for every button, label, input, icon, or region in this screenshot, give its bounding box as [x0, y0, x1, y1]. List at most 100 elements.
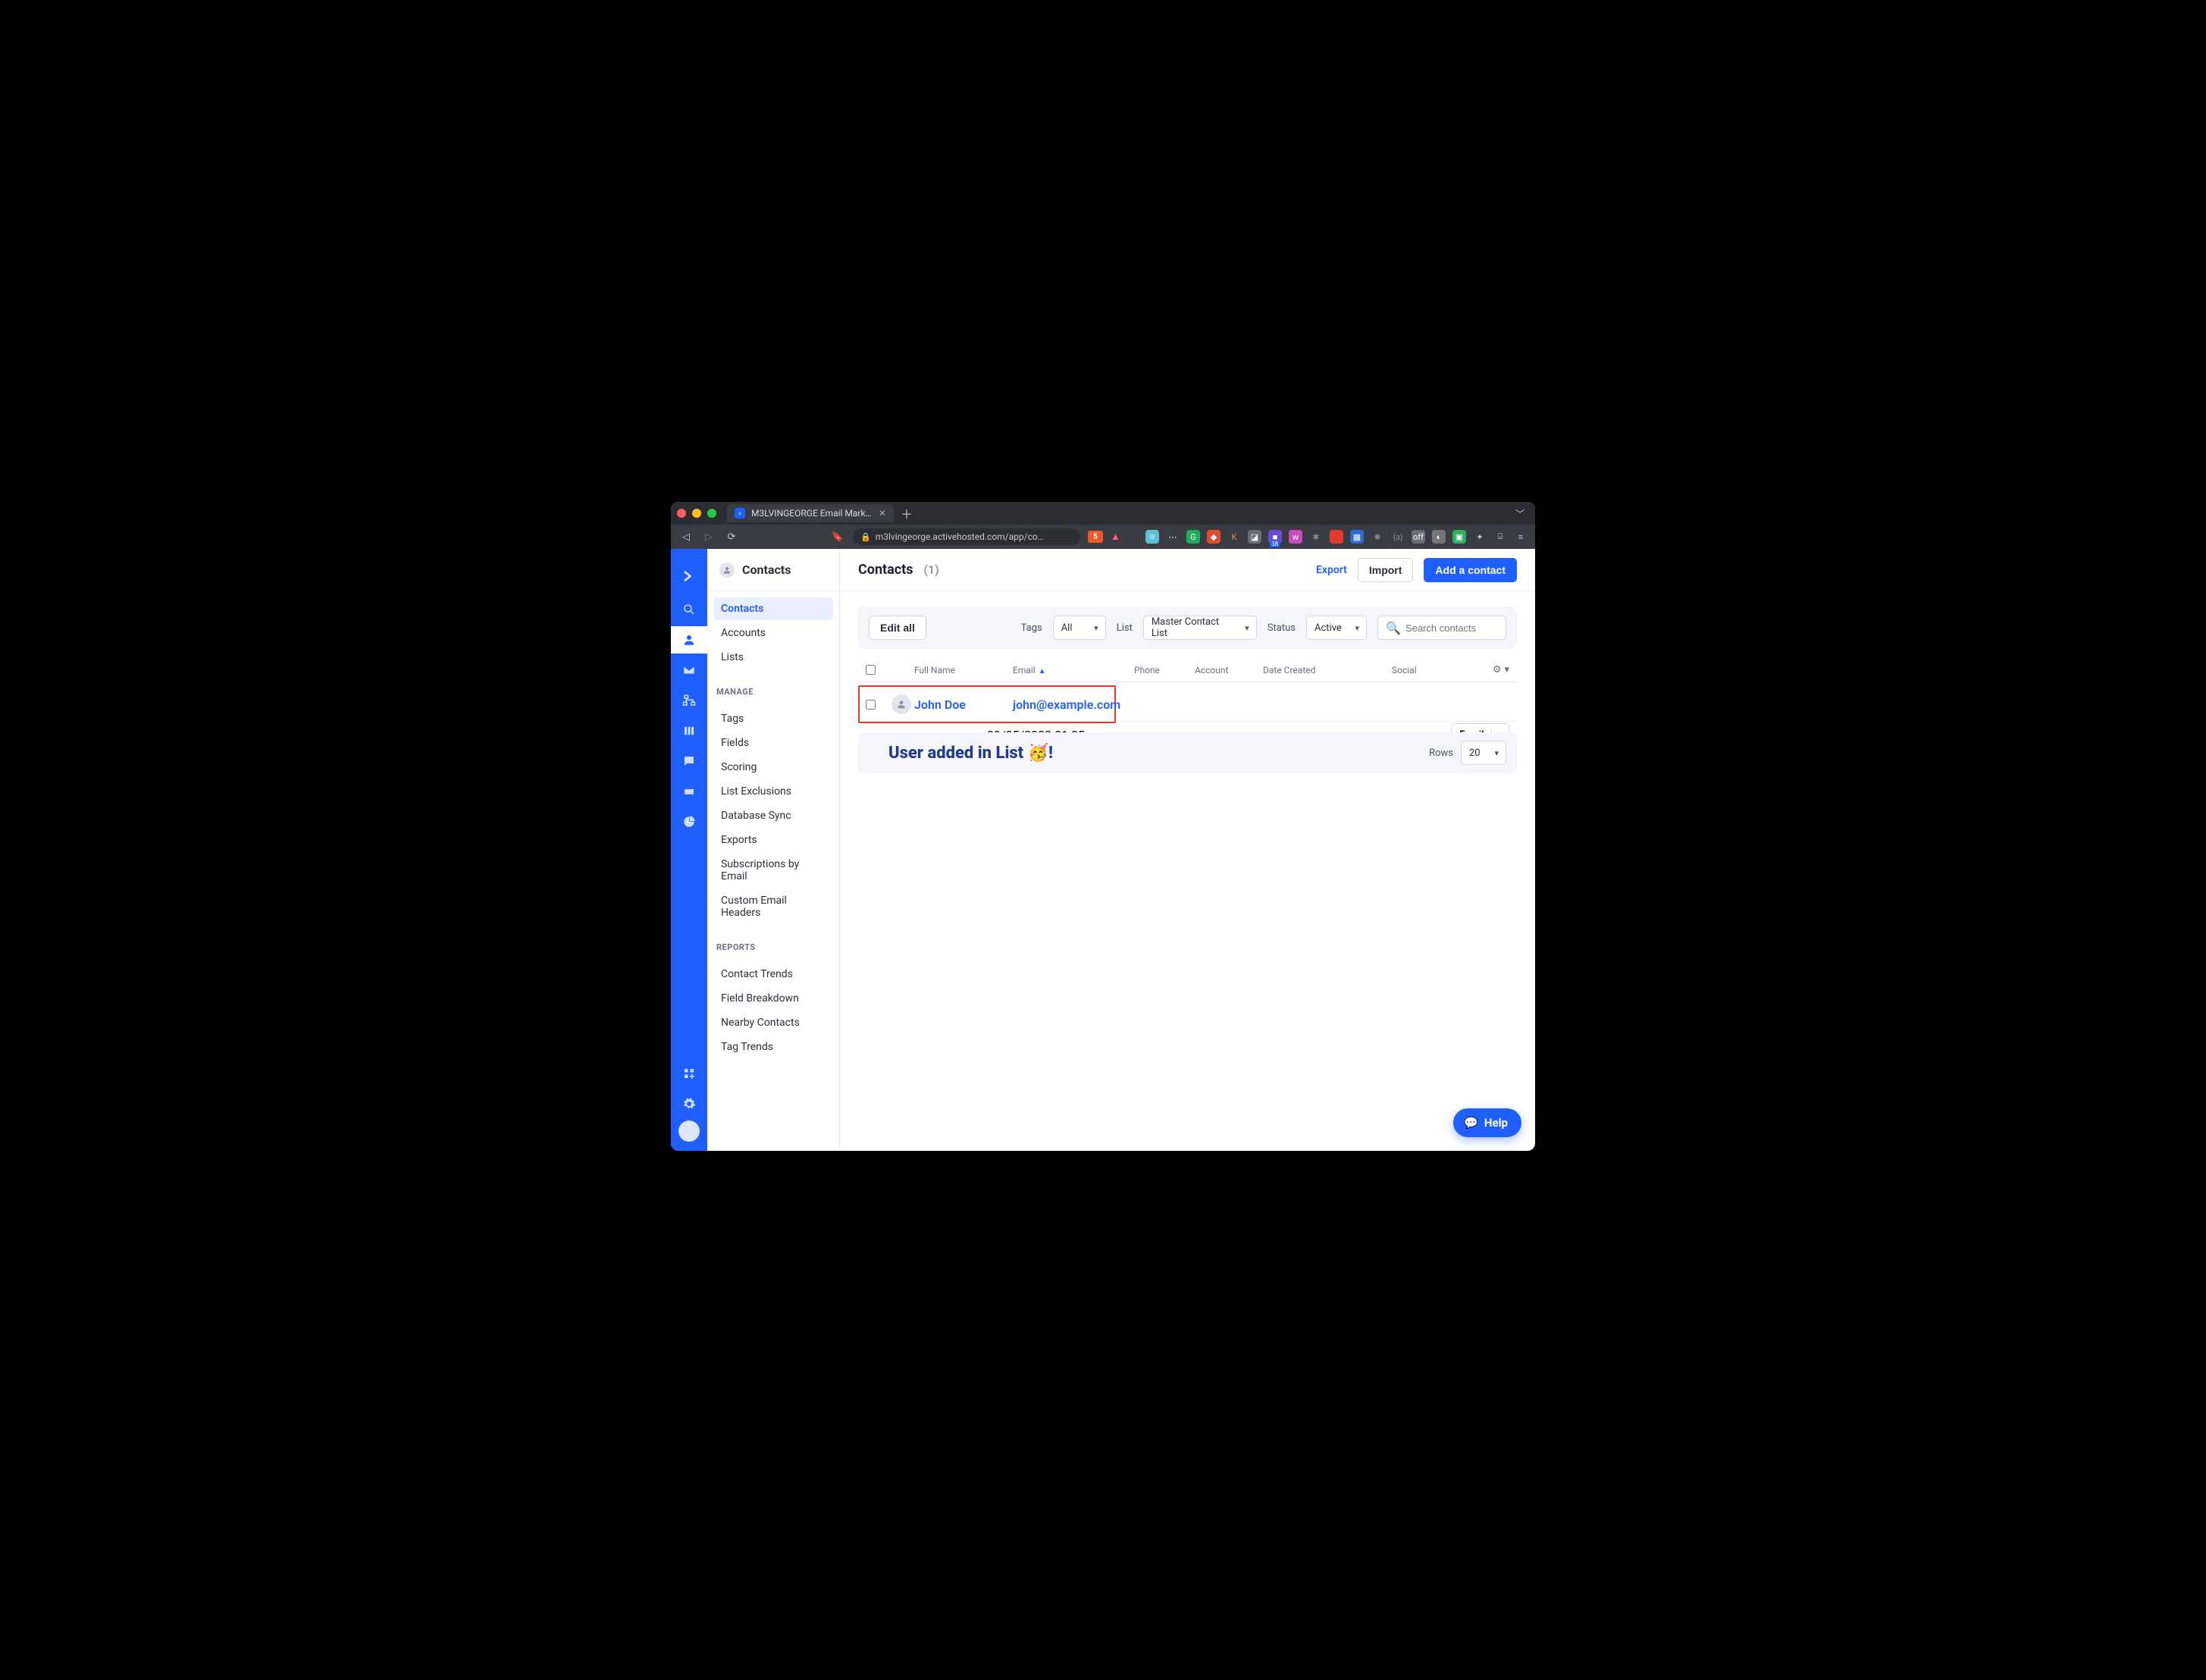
sidebar-item-scoring[interactable]: Scoring: [713, 756, 833, 779]
lock-icon: 🔒: [860, 532, 871, 542]
ext-purple-icon[interactable]: ■: [1268, 530, 1282, 544]
sidebar-item-tags[interactable]: Tags: [713, 707, 833, 730]
brave-shield-icon[interactable]: 5: [1088, 531, 1103, 543]
search-contacts-input[interactable]: 🔍: [1377, 616, 1506, 640]
browser-tab[interactable]: › M3LVINGEORGE Email Marketin ✕: [727, 504, 894, 522]
tab-favicon-icon: ›: [735, 508, 745, 519]
col-email[interactable]: Email▲: [1013, 665, 1134, 675]
nav-reload-icon[interactable]: ⟳: [724, 531, 739, 543]
rail-user-avatar[interactable]: [678, 1121, 700, 1142]
ext-bug-icon[interactable]: ✱: [1309, 530, 1323, 544]
browser-tab-bar: › M3LVINGEORGE Email Marketin ✕ ＋ ﹀: [671, 502, 1535, 525]
ext-red-icon[interactable]: [1330, 530, 1343, 544]
rail-apps-icon[interactable]: [671, 1060, 707, 1087]
rail-search-icon[interactable]: [671, 596, 707, 623]
list-filter-select[interactable]: Master Contact List: [1143, 616, 1257, 640]
sidebar-title-text: Contacts: [742, 563, 791, 577]
ext-green-icon[interactable]: ▣: [1452, 530, 1466, 544]
ext-w-icon[interactable]: w: [1289, 530, 1302, 544]
sidebar-item-nearby-contacts[interactable]: Nearby Contacts: [713, 1011, 833, 1034]
ext-grey-icon[interactable]: ◪: [1248, 530, 1261, 544]
ext-menu-icon[interactable]: ⋯: [1166, 530, 1180, 544]
rail-contacts-icon[interactable]: [671, 626, 707, 654]
browser-toolbar: ◁ ▷ ⟳ 🔖 🔒 m3lvingeorge.activehosted.com/…: [671, 525, 1535, 549]
select-all-checkbox[interactable]: [866, 665, 876, 675]
col-social[interactable]: Social: [1392, 665, 1441, 675]
rail-settings-icon[interactable]: [671, 1090, 707, 1117]
help-button[interactable]: 💬 Help: [1453, 1108, 1521, 1137]
main-header: Contacts (1) Export Import Add a contact: [840, 549, 1535, 591]
sidebar-item-list-exclusions[interactable]: List Exclusions: [713, 780, 833, 803]
page-count: (1): [923, 563, 938, 577]
add-contact-button[interactable]: Add a contact: [1424, 558, 1517, 582]
new-tab-button[interactable]: ＋: [898, 505, 915, 522]
bookmark-icon[interactable]: 🔖: [830, 531, 845, 543]
export-link[interactable]: Export: [1316, 564, 1347, 576]
url-text: m3lvingeorge.activehosted.com/app/co…: [876, 531, 1073, 542]
chat-icon: 💬: [1464, 1116, 1478, 1130]
sidebar-item-fields[interactable]: Fields: [713, 732, 833, 754]
sidebar-item-tag-trends[interactable]: Tag Trends: [713, 1036, 833, 1058]
rail-site-icon[interactable]: [671, 778, 707, 805]
tags-filter-select[interactable]: All: [1053, 616, 1106, 640]
window-controls: [677, 509, 716, 518]
status-filter-select[interactable]: Active: [1306, 616, 1367, 640]
sidebar-item-field-breakdown[interactable]: Field Breakdown: [713, 987, 833, 1010]
ext-orange-icon[interactable]: ◆: [1207, 530, 1221, 544]
search-field[interactable]: [1405, 622, 1498, 634]
sidebar-item-subscriptions[interactable]: Subscriptions by Email: [713, 853, 833, 888]
col-phone[interactable]: Phone: [1134, 665, 1195, 675]
ext-blue-icon[interactable]: ▦: [1350, 530, 1364, 544]
ext-hamburger-icon[interactable]: ≡: [1514, 530, 1528, 544]
rail-reports-icon[interactable]: [671, 808, 707, 835]
ext-dim-icon[interactable]: ✺: [1371, 530, 1384, 544]
contact-email-link[interactable]: john@example.com: [1013, 697, 1104, 712]
sidebar-item-contact-trends[interactable]: Contact Trends: [713, 963, 833, 986]
row-checkbox[interactable]: [866, 700, 876, 710]
ext-wallet-icon[interactable]: ⌸: [1493, 530, 1507, 544]
col-account[interactable]: Account: [1195, 665, 1263, 675]
person-icon: [719, 563, 735, 578]
address-bar[interactable]: 🔒 m3lvingeorge.activehosted.com/app/co…: [853, 528, 1080, 545]
annotation-text: User added in List 🥳!: [888, 744, 1053, 763]
ext-puzzle-icon[interactable]: ✦: [1473, 530, 1487, 544]
main-area: Contacts (1) Export Import Add a contact…: [840, 549, 1535, 1151]
sidebar-item-accounts[interactable]: Accounts: [713, 622, 833, 644]
pagination-bar: User added in List 🥳! Rows 20: [858, 732, 1517, 773]
import-button[interactable]: Import: [1358, 558, 1414, 582]
col-date-created[interactable]: Date Created: [1263, 665, 1392, 675]
maximize-window-icon[interactable]: [707, 509, 716, 518]
filter-bar: Edit all Tags All List Master Contact Li…: [858, 606, 1517, 649]
rail-conversations-icon[interactable]: [671, 748, 707, 775]
sidebar-item-database-sync[interactable]: Database Sync: [713, 804, 833, 827]
column-settings-button[interactable]: ⚙▾: [1441, 664, 1509, 675]
ext-grammarly-icon[interactable]: G: [1186, 530, 1200, 544]
rail-deals-icon[interactable]: [671, 717, 707, 744]
extensions-row: ⚛ ⋯ G ◆ K ◪ ■ w ✱ ▦ ✺ {a} off ◐ ▣ ✦ ⌸ ≡: [1145, 530, 1528, 544]
app-logo-icon[interactable]: [671, 559, 707, 593]
sidebar-item-custom-headers[interactable]: Custom Email Headers: [713, 889, 833, 924]
sidebar-title: Contacts: [707, 549, 839, 591]
rail-automations-icon[interactable]: [671, 687, 707, 714]
table-row[interactable]: John Doe john@example.com — — 09/05/2022…: [858, 685, 1517, 722]
ext-react-icon[interactable]: ⚛: [1145, 530, 1159, 544]
close-window-icon[interactable]: [677, 509, 686, 518]
ext-off-icon[interactable]: off: [1412, 530, 1425, 544]
ext-k-icon[interactable]: K: [1227, 530, 1241, 544]
ext-circle-icon[interactable]: ◐: [1432, 530, 1446, 544]
minimize-window-icon[interactable]: [692, 509, 701, 518]
edit-all-button[interactable]: Edit all: [869, 616, 926, 640]
ext-bracket-icon[interactable]: {a}: [1391, 530, 1405, 544]
rail-campaigns-icon[interactable]: [671, 657, 707, 684]
col-full-name[interactable]: Full Name: [914, 665, 1013, 675]
tab-close-icon[interactable]: ✕: [879, 508, 886, 519]
nav-back-icon[interactable]: ◁: [678, 531, 694, 543]
warning-icon[interactable]: ▲: [1111, 531, 1120, 543]
sidebar-item-contacts[interactable]: Contacts: [713, 597, 833, 620]
tab-list-chevron-icon[interactable]: ﹀: [1515, 507, 1529, 520]
contact-name-link[interactable]: John Doe: [914, 697, 1013, 712]
sidebar-item-exports[interactable]: Exports: [713, 829, 833, 851]
tab-title: M3LVINGEORGE Email Marketin: [751, 508, 873, 519]
rows-per-page-select[interactable]: 20: [1461, 741, 1506, 765]
sidebar-item-lists[interactable]: Lists: [713, 646, 833, 669]
